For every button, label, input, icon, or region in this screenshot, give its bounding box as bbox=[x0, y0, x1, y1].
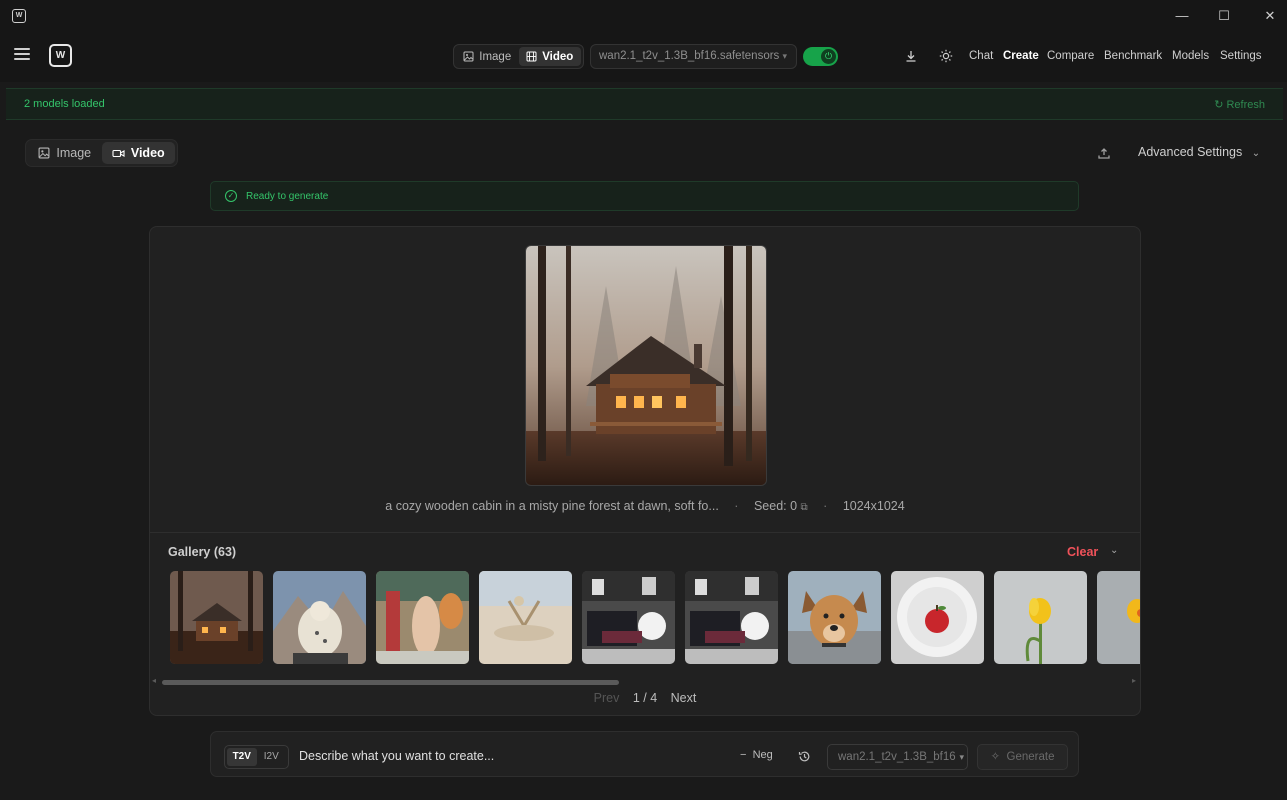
preview-prompt: a cozy wooden cabin in a misty pine fore… bbox=[385, 499, 719, 513]
title-bar: W — ☐ ✕ bbox=[0, 0, 1287, 32]
nav-link-create[interactable]: Create bbox=[1003, 50, 1039, 62]
gallery-thumb[interactable] bbox=[891, 571, 984, 664]
nav-link-compare[interactable]: Compare bbox=[1047, 50, 1094, 62]
brand-logo[interactable]: W bbox=[49, 44, 72, 67]
gallery-thumb[interactable] bbox=[788, 571, 881, 664]
nav-link-chat[interactable]: Chat bbox=[969, 50, 993, 62]
film-icon bbox=[526, 51, 537, 62]
generate-button[interactable]: ✧ Generate bbox=[977, 744, 1068, 770]
next-page-button[interactable]: Next bbox=[671, 691, 697, 705]
prev-page-button[interactable]: Prev bbox=[594, 691, 620, 705]
scroll-right-icon[interactable]: ▸ bbox=[1132, 676, 1136, 685]
top-nav: W Image Video wan2.1_t2v_1.3B_bf16.safet… bbox=[0, 32, 1287, 82]
mode-tab-image[interactable]: Image bbox=[456, 47, 519, 66]
preview-seed: Seed: 0 bbox=[753, 499, 798, 513]
chevron-down-icon: ▾ bbox=[782, 51, 787, 61]
gen-type-i2v[interactable]: I2V bbox=[257, 748, 287, 766]
prompt-model-select[interactable]: wan2.1_t2v_1.3B_bf16 ▾ bbox=[827, 744, 968, 770]
sparkle-icon: ✧ bbox=[990, 751, 1001, 763]
gallery-thumb[interactable] bbox=[273, 571, 366, 664]
create-tab-video[interactable]: Video bbox=[101, 142, 175, 164]
nav-link-models[interactable]: Models bbox=[1172, 50, 1209, 62]
create-mode-switch: Image Video bbox=[25, 139, 178, 167]
status-banner: 2 models loaded ↻ Refresh bbox=[6, 88, 1283, 120]
advanced-settings-label: Advanced Settings bbox=[1138, 145, 1243, 159]
preview-image[interactable] bbox=[525, 245, 767, 486]
upload-icon[interactable] bbox=[1096, 146, 1112, 162]
preview-card: a cozy wooden cabin in a misty pine fore… bbox=[149, 226, 1141, 716]
mode-switch: Image Video bbox=[453, 44, 584, 69]
copy-icon[interactable]: ⧉ bbox=[801, 502, 808, 513]
chevron-down-icon[interactable]: ⌄ bbox=[1110, 545, 1118, 556]
gallery-thumb[interactable] bbox=[1097, 571, 1140, 664]
gallery-thumb[interactable] bbox=[582, 571, 675, 664]
image-icon bbox=[463, 51, 474, 62]
sun-icon[interactable] bbox=[938, 49, 954, 65]
image-icon bbox=[38, 147, 50, 159]
create-tab-label: Image bbox=[56, 146, 92, 160]
gallery-thumb[interactable] bbox=[685, 571, 778, 664]
clear-gallery-button[interactable]: Clear bbox=[1067, 545, 1098, 559]
gen-type-t2v[interactable]: T2V bbox=[227, 748, 257, 766]
create-tab-label: Video bbox=[130, 146, 165, 160]
mode-tab-video[interactable]: Video bbox=[518, 47, 581, 66]
prompt-input[interactable] bbox=[299, 746, 719, 766]
refresh-label: Refresh bbox=[1226, 99, 1265, 111]
chevron-down-icon: ⌄ bbox=[1251, 148, 1261, 159]
model-select[interactable]: wan2.1_t2v_1.3B_bf16.safetensors ▾ bbox=[590, 44, 797, 69]
maximize-icon[interactable]: ☐ bbox=[1214, 6, 1234, 26]
page-indicator: 1 / 4 bbox=[632, 691, 658, 705]
ready-banner: ✓ Ready to generate bbox=[210, 181, 1079, 211]
prompt-model-value: wan2.1_t2v_1.3B_bf16 bbox=[838, 751, 956, 763]
create-tab-image[interactable]: Image bbox=[28, 142, 102, 164]
model-select-value: wan2.1_t2v_1.3B_bf16.safetensors bbox=[599, 50, 780, 62]
prompt-bar: T2V I2V − Neg wan2.1_t2v_1.3B_bf16 ▾ ✧ G… bbox=[210, 731, 1079, 777]
gallery-pagination: Prev 1 / 4 Next bbox=[150, 691, 1140, 705]
close-icon[interactable]: ✕ bbox=[1260, 6, 1280, 26]
generate-label: Generate bbox=[1006, 751, 1055, 763]
nav-link-benchmark[interactable]: Benchmark bbox=[1104, 50, 1162, 62]
power-toggle[interactable]: ⏻ bbox=[803, 47, 838, 66]
negative-prompt-label: Neg bbox=[752, 749, 773, 761]
minus-icon: − bbox=[740, 749, 747, 761]
gallery-thumb[interactable] bbox=[994, 571, 1087, 664]
refresh-icon: ↻ bbox=[1214, 99, 1224, 111]
gallery-thumb[interactable] bbox=[170, 571, 263, 664]
status-message: 2 models loaded bbox=[24, 98, 105, 110]
download-icon[interactable] bbox=[903, 49, 919, 65]
check-circle-icon: ✓ bbox=[225, 190, 237, 202]
negative-prompt-button[interactable]: − Neg bbox=[740, 749, 773, 761]
scroll-left-icon[interactable]: ◂ bbox=[152, 676, 156, 685]
refresh-button[interactable]: ↻ Refresh bbox=[1214, 98, 1265, 111]
power-icon: ⏻ bbox=[821, 49, 836, 64]
advanced-settings-button[interactable]: Advanced Settings ⌄ bbox=[1138, 145, 1260, 159]
preview-resolution: 1024x1024 bbox=[842, 499, 905, 513]
chevron-down-icon: ▾ bbox=[957, 745, 964, 769]
gallery-thumb[interactable] bbox=[479, 571, 572, 664]
menu-icon[interactable] bbox=[14, 48, 30, 62]
history-icon[interactable] bbox=[797, 750, 811, 764]
preview-meta: a cozy wooden cabin in a misty pine fore… bbox=[385, 499, 905, 513]
app-icon: W bbox=[12, 9, 26, 23]
gallery-title: Gallery (63) bbox=[168, 545, 237, 559]
gallery-thumbnails bbox=[170, 571, 1140, 665]
nav-link-settings[interactable]: Settings bbox=[1220, 50, 1262, 62]
gallery-thumb[interactable] bbox=[376, 571, 469, 664]
divider bbox=[150, 532, 1140, 533]
video-camera-icon bbox=[112, 149, 125, 157]
gallery-scrollbar[interactable] bbox=[162, 680, 619, 685]
mode-tab-label: Image bbox=[479, 50, 512, 63]
generation-type-switch: T2V I2V bbox=[224, 745, 289, 769]
minimize-icon[interactable]: — bbox=[1172, 6, 1192, 26]
ready-message: Ready to generate bbox=[246, 191, 329, 202]
mode-tab-label: Video bbox=[542, 50, 574, 63]
